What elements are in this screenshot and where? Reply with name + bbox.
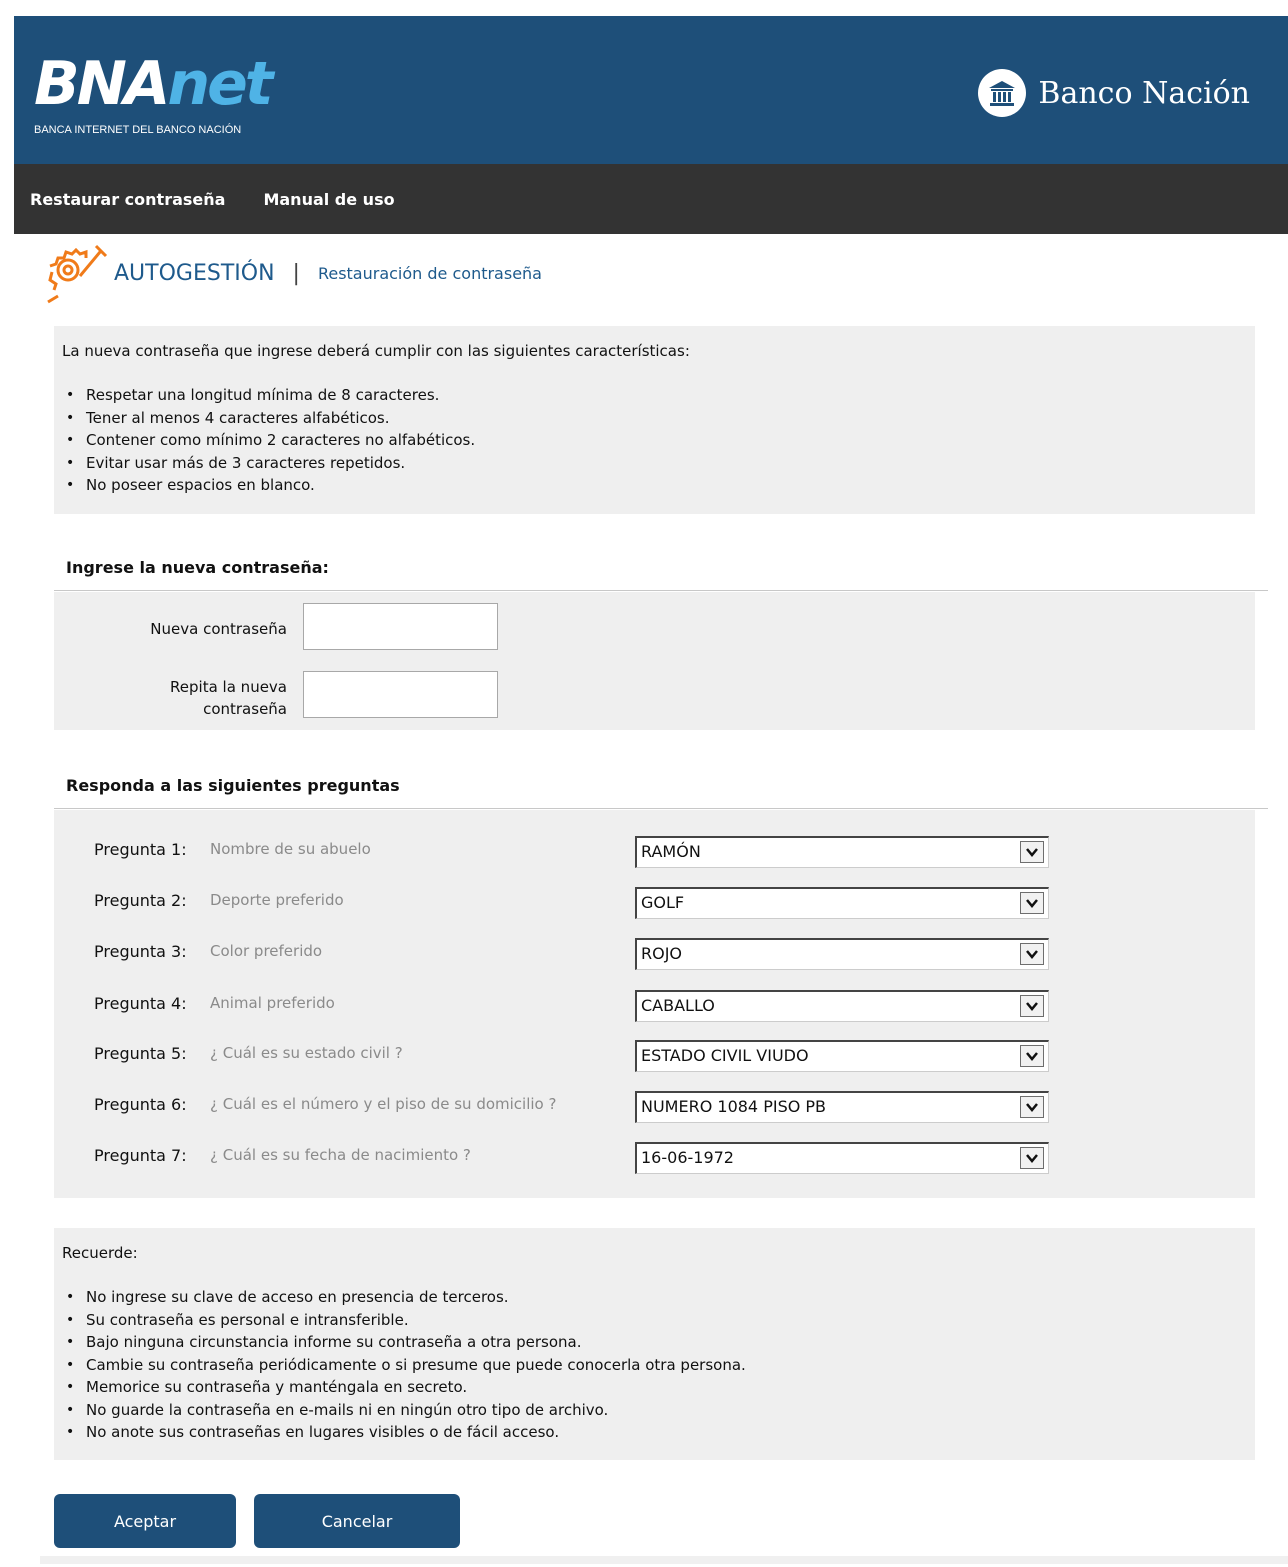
question-text: ¿ Cuál es el número y el piso de su domi… xyxy=(210,1095,557,1113)
answer-select[interactable]: ESTADO CIVIL VIUDO xyxy=(635,1040,1049,1072)
page: BNAnet BANCA INTERNET DEL BANCO NACIÓN B… xyxy=(14,0,1288,1567)
password-section-title: Ingrese la nueva contraseña: xyxy=(66,558,329,577)
question-number: Pregunta 3: xyxy=(94,942,187,961)
answer-select[interactable]: NUMERO 1084 PISO PB xyxy=(635,1091,1049,1123)
nav-item-restaurar-contrasena[interactable]: Restaurar contraseña xyxy=(30,190,225,209)
question-number: Pregunta 1: xyxy=(94,840,187,859)
chevron-down-icon[interactable] xyxy=(1020,943,1044,965)
rule-item: No poseer espacios en blanco. xyxy=(62,474,1247,497)
brand-name: Banco Nación xyxy=(1038,75,1250,111)
nav-item-manual-de-uso[interactable]: Manual de uso xyxy=(263,190,394,209)
answer-selected-value: CABALLO xyxy=(641,996,715,1015)
question-row: Pregunta 7: ¿ Cuál es su fecha de nacimi… xyxy=(94,1142,1054,1174)
answer-selected-value: 16-06-1972 xyxy=(641,1148,734,1167)
rules-list: Respetar una longitud mínima de 8 caract… xyxy=(62,384,1247,497)
page-title-row: AUTOGESTIÓN | Restauración de contraseña xyxy=(40,240,542,306)
header-bar: BNAnet BANCA INTERNET DEL BANCO NACIÓN B… xyxy=(14,16,1288,164)
footer-divider xyxy=(40,1556,1288,1564)
remember-title: Recuerde: xyxy=(62,1244,138,1262)
remember-item: Su contraseña es personal e intransferib… xyxy=(62,1309,1247,1332)
answer-selected-value: NUMERO 1084 PISO PB xyxy=(641,1097,827,1116)
remember-item: Cambie su contraseña periódicamente o si… xyxy=(62,1354,1247,1377)
rule-item: Evitar usar más de 3 caracteres repetido… xyxy=(62,452,1247,475)
remember-item: No ingrese su clave de acceso en presenc… xyxy=(62,1286,1247,1309)
chevron-down-icon[interactable] xyxy=(1020,1147,1044,1169)
rule-item: Tener al menos 4 caracteres alfabéticos. xyxy=(62,407,1247,430)
accept-button[interactable]: Aceptar xyxy=(54,1494,236,1548)
answer-selected-value: ESTADO CIVIL VIUDO xyxy=(641,1046,809,1065)
password-panel: Nueva contraseña Repita la nueva contras… xyxy=(54,592,1255,730)
answer-select[interactable]: CABALLO xyxy=(635,990,1049,1022)
repeat-password-label: Repita la nueva contraseña xyxy=(170,676,287,720)
question-number: Pregunta 6: xyxy=(94,1095,187,1114)
remember-panel: Recuerde: No ingrese su clave de acceso … xyxy=(54,1228,1255,1460)
question-text: ¿ Cuál es su estado civil ? xyxy=(210,1044,403,1062)
questions-section-title: Responda a las siguientes preguntas xyxy=(66,776,400,795)
chevron-down-icon[interactable] xyxy=(1020,1045,1044,1067)
question-row: Pregunta 5: ¿ Cuál es su estado civil ? … xyxy=(94,1040,1054,1072)
question-row: Pregunta 2: Deporte preferido GOLF xyxy=(94,887,1054,919)
logo-tagline: BANCA INTERNET DEL BANCO NACIÓN xyxy=(34,124,242,136)
question-row: Pregunta 6: ¿ Cuál es el número y el pis… xyxy=(94,1091,1054,1123)
answer-select[interactable]: RAMÓN xyxy=(635,836,1049,868)
question-row: Pregunta 4: Animal preferido CABALLO xyxy=(94,990,1054,1022)
remember-item: No guarde la contraseña en e-mails ni en… xyxy=(62,1399,1247,1422)
question-text: Color preferido xyxy=(210,942,323,960)
logo-net: net xyxy=(167,49,273,119)
question-number: Pregunta 7: xyxy=(94,1146,187,1165)
answer-selected-value: GOLF xyxy=(641,893,685,912)
answer-select[interactable]: GOLF xyxy=(635,887,1049,919)
new-password-input[interactable] xyxy=(303,603,498,650)
question-text: ¿ Cuál es su fecha de nacimiento ? xyxy=(210,1146,471,1164)
repeat-label-line1: Repita la nueva xyxy=(170,678,287,696)
chevron-down-icon[interactable] xyxy=(1020,1096,1044,1118)
banco-nacion-brand: Banco Nación xyxy=(978,68,1250,118)
rules-intro: La nueva contraseña que ingrese deberá c… xyxy=(62,342,690,360)
new-password-label: Nueva contraseña xyxy=(150,620,287,638)
remember-item: Bajo ninguna circunstancia informe su co… xyxy=(62,1331,1247,1354)
repeat-label-line2: contraseña xyxy=(203,700,287,718)
main-nav: Restaurar contraseña Manual de uso xyxy=(14,164,1288,234)
chevron-down-icon[interactable] xyxy=(1020,995,1044,1017)
gear-wrench-icon xyxy=(47,244,108,304)
question-text: Deporte preferido xyxy=(210,891,344,909)
remember-item: No anote sus contraseñas en lugares visi… xyxy=(62,1421,1247,1444)
security-questions-panel: Pregunta 1: Nombre de su abuelo RAMÓN Pr… xyxy=(54,810,1255,1198)
password-rules-panel: La nueva contraseña que ingrese deberá c… xyxy=(54,326,1255,514)
bnanet-logo: BNAnet BANCA INTERNET DEL BANCO NACIÓN xyxy=(34,52,354,142)
answer-select[interactable]: ROJO xyxy=(635,938,1049,970)
answer-selected-value: ROJO xyxy=(641,944,683,963)
page-subtitle: Restauración de contraseña xyxy=(317,263,542,283)
question-row: Pregunta 1: Nombre de su abuelo RAMÓN xyxy=(94,836,1054,868)
question-number: Pregunta 4: xyxy=(94,994,187,1013)
question-text: Nombre de su abuelo xyxy=(210,840,371,858)
chevron-down-icon[interactable] xyxy=(1020,841,1044,863)
answer-selected-value: RAMÓN xyxy=(641,842,701,861)
question-number: Pregunta 5: xyxy=(94,1044,187,1063)
question-text: Animal preferido xyxy=(210,994,335,1012)
question-number: Pregunta 2: xyxy=(94,891,187,910)
section-divider xyxy=(54,808,1268,809)
bank-seal-icon xyxy=(978,69,1027,117)
cancel-button[interactable]: Cancelar xyxy=(254,1494,460,1548)
repeat-password-input[interactable] xyxy=(303,671,498,718)
rule-item: Respetar una longitud mínima de 8 caract… xyxy=(62,384,1247,407)
remember-list: No ingrese su clave de acceso en presenc… xyxy=(62,1286,1247,1444)
question-row: Pregunta 3: Color preferido ROJO xyxy=(94,938,1054,970)
section-divider xyxy=(54,590,1268,591)
logo-wordmark: BNAnet xyxy=(34,49,273,119)
rule-item: Contener como mínimo 2 caracteres no alf… xyxy=(62,429,1247,452)
page-title: AUTOGESTIÓN xyxy=(114,260,275,286)
chevron-down-icon[interactable] xyxy=(1020,892,1044,914)
title-separator: | xyxy=(292,260,300,286)
logo-bna: BNA xyxy=(34,49,170,119)
remember-item: Memorice su contraseña y manténgala en s… xyxy=(62,1376,1247,1399)
answer-select[interactable]: 16-06-1972 xyxy=(635,1142,1049,1174)
